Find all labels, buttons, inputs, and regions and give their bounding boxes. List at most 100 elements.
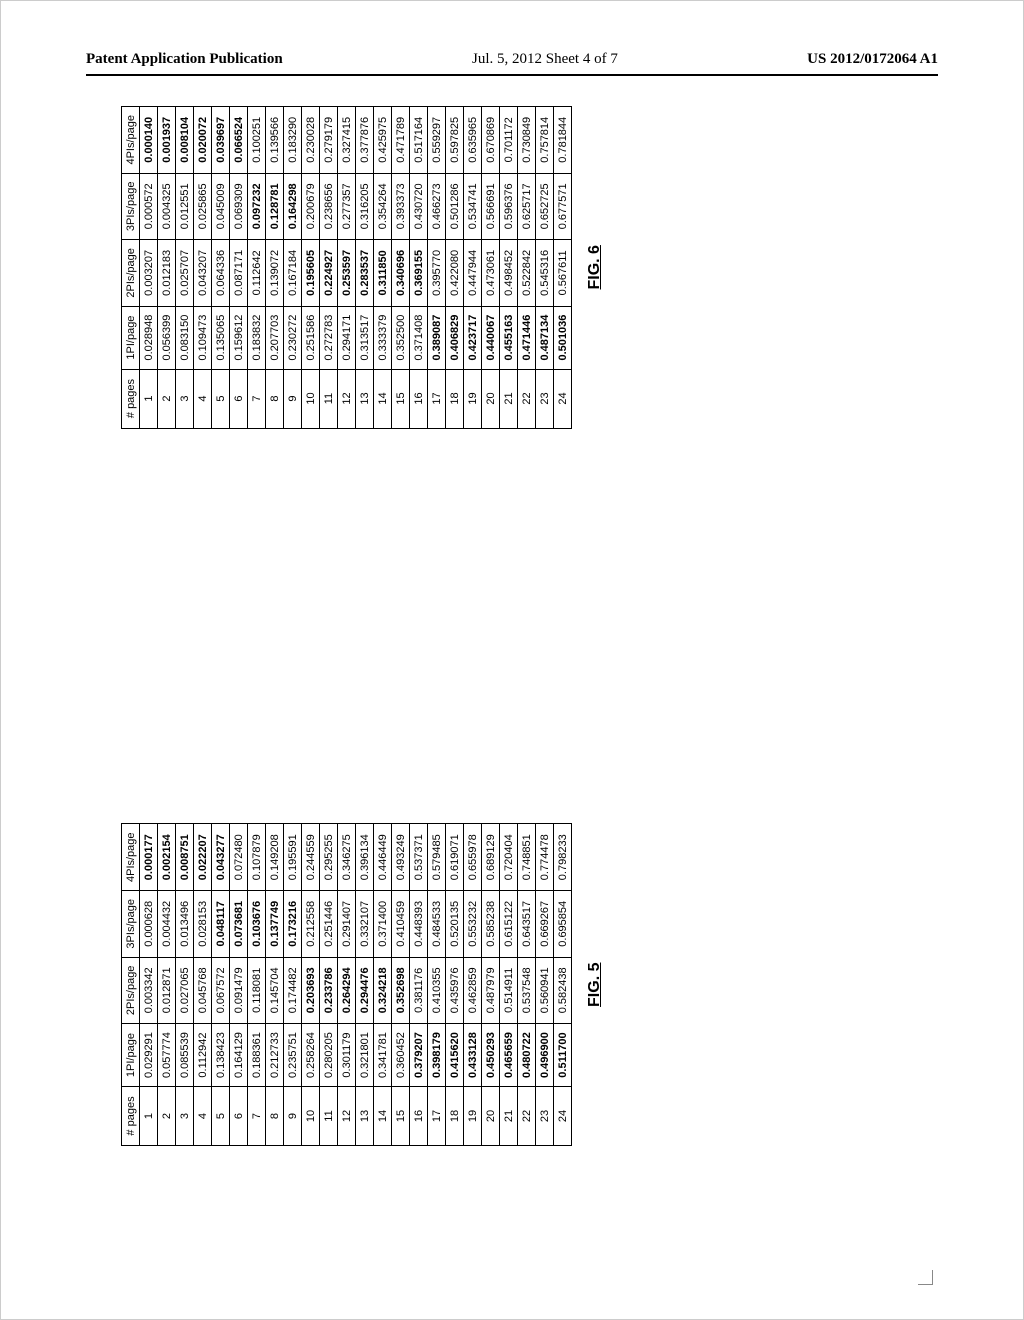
table-cell: 0.087171 [230, 240, 248, 307]
table-cell: 16 [410, 1087, 428, 1146]
table-cell: 2 [158, 369, 176, 428]
table-cell: 0.045009 [212, 173, 230, 240]
table-cell: 0.012551 [176, 173, 194, 240]
table-cell: 0.701172 [500, 107, 518, 174]
table-cell: 0.781844 [554, 107, 572, 174]
table-cell: 0.381176 [410, 957, 428, 1024]
table-cell: 0.493249 [392, 824, 410, 891]
table-cell: 0.379207 [410, 1024, 428, 1087]
table-cell: 0.056399 [158, 306, 176, 369]
table-cell: 0.097232 [248, 173, 266, 240]
figure-area: # pages1PI/page2PIs/page3PIs/page4PIs/pa… [86, 106, 938, 1166]
table-cell: 19 [464, 1087, 482, 1146]
table-cell: 0.487134 [536, 306, 554, 369]
table-cell: 12 [338, 1087, 356, 1146]
table-row: 200.4502930.4879790.5852380.689129 [482, 824, 500, 1146]
table-cell: 22 [518, 1087, 536, 1146]
table-row: 220.4807220.5375480.6435170.748851 [518, 824, 536, 1146]
table-cell: 13 [356, 1087, 374, 1146]
table-cell: 17 [428, 369, 446, 428]
table-header: 3PIs/page [122, 891, 140, 958]
table-row: 20.0563990.0121830.0043250.001937 [158, 107, 176, 429]
table-row: 80.2077030.1390720.1287810.139566 [266, 107, 284, 429]
table-cell: 0.677571 [554, 173, 572, 240]
table-cell: 0.195591 [284, 824, 302, 891]
table-cell: 0.537371 [410, 824, 428, 891]
table-cell: 0.138423 [212, 1024, 230, 1087]
table-cell: 14 [374, 369, 392, 428]
header-left: Patent Application Publication [86, 51, 283, 68]
table-cell: 0.008751 [176, 824, 194, 891]
table-cell: 0.027065 [176, 957, 194, 1024]
table-row: 60.1596120.0871710.0693090.066524 [230, 107, 248, 429]
table-cell: 0.128781 [266, 173, 284, 240]
table-cell: 0.730849 [518, 107, 536, 174]
table-cell: 0.002154 [158, 824, 176, 891]
header-right: US 2012/0172064 A1 [807, 51, 938, 68]
table-cell: 0.000177 [140, 824, 158, 891]
table-cell: 0.000140 [140, 107, 158, 174]
table-cell: 0.466273 [428, 173, 446, 240]
table-cell: 0.280205 [320, 1024, 338, 1087]
table-header: 1PI/page [122, 306, 140, 369]
table-row: 70.1838320.1126420.0972320.100251 [248, 107, 266, 429]
table-cell: 0.450293 [482, 1024, 500, 1087]
table-cell: 0.396134 [356, 824, 374, 891]
table-cell: 9 [284, 369, 302, 428]
table-cell: 0.433128 [464, 1024, 482, 1087]
table-cell: 22 [518, 369, 536, 428]
table-cell: 0.448393 [410, 891, 428, 958]
table-row: 180.4068290.4220800.5012860.597825 [446, 107, 464, 429]
table-header: 4PIs/page [122, 824, 140, 891]
table-row: 160.3714080.3691550.4307200.517164 [410, 107, 428, 429]
table-cell: 0.398179 [428, 1024, 446, 1087]
table-cell: 0.294171 [338, 306, 356, 369]
table-row: 30.0831500.0257070.0125510.008104 [176, 107, 194, 429]
table-row: 30.0855390.0270650.0134960.008751 [176, 824, 194, 1146]
table-cell: 0.522842 [518, 240, 536, 307]
table-cell: 0.012183 [158, 240, 176, 307]
table-cell: 0.301179 [338, 1024, 356, 1087]
table-cell: 18 [446, 369, 464, 428]
table-cell: 0.324218 [374, 957, 392, 1024]
table-cell: 0.484533 [428, 891, 446, 958]
table-cell: 0.279179 [320, 107, 338, 174]
table-cell: 0.689129 [482, 824, 500, 891]
table-cell: 0.316205 [356, 173, 374, 240]
table-cell: 0.553232 [464, 891, 482, 958]
table-cell: 0.423717 [464, 306, 482, 369]
table-cell: 0.406829 [446, 306, 464, 369]
table-row: 50.1350650.0643360.0450090.039697 [212, 107, 230, 429]
table-row: 240.5117000.5824380.6958540.798233 [554, 824, 572, 1146]
data-table: # pages1PI/page2PIs/page3PIs/page4PIs/pa… [121, 823, 572, 1146]
table-cell: 0.224927 [320, 240, 338, 307]
table-cell: 0.100251 [248, 107, 266, 174]
table-cell: 0.043207 [194, 240, 212, 307]
table-cell: 0.000628 [140, 891, 158, 958]
table-cell: 3 [176, 369, 194, 428]
page-header: Patent Application Publication Jul. 5, 2… [86, 51, 938, 68]
table-cell: 0.579485 [428, 824, 446, 891]
table-cell: 0.008104 [176, 107, 194, 174]
table-row: 140.3333790.3118500.3542640.425975 [374, 107, 392, 429]
table-cell: 0.462859 [464, 957, 482, 1024]
table-cell: 0.446449 [374, 824, 392, 891]
table-cell: 0.560941 [536, 957, 554, 1024]
page: Patent Application Publication Jul. 5, 2… [0, 0, 1024, 1320]
table-cell: 0.251446 [320, 891, 338, 958]
table-cell: 0.371408 [410, 306, 428, 369]
table-cell: 0.501286 [446, 173, 464, 240]
table-cell: 13 [356, 369, 374, 428]
table-cell: 11 [320, 369, 338, 428]
table-cell: 0.013496 [176, 891, 194, 958]
table-cell: 16 [410, 369, 428, 428]
table-cell: 0.195605 [302, 240, 320, 307]
table-cell: 0.174482 [284, 957, 302, 1024]
table-cell: 0.582438 [554, 957, 572, 1024]
table-cell: 9 [284, 1087, 302, 1146]
table-cell: 0.139566 [266, 107, 284, 174]
table-cell: 0.567611 [554, 240, 572, 307]
table-cell: 0.028153 [194, 891, 212, 958]
table-cell: 0.430720 [410, 173, 428, 240]
table-cell: 11 [320, 1087, 338, 1146]
